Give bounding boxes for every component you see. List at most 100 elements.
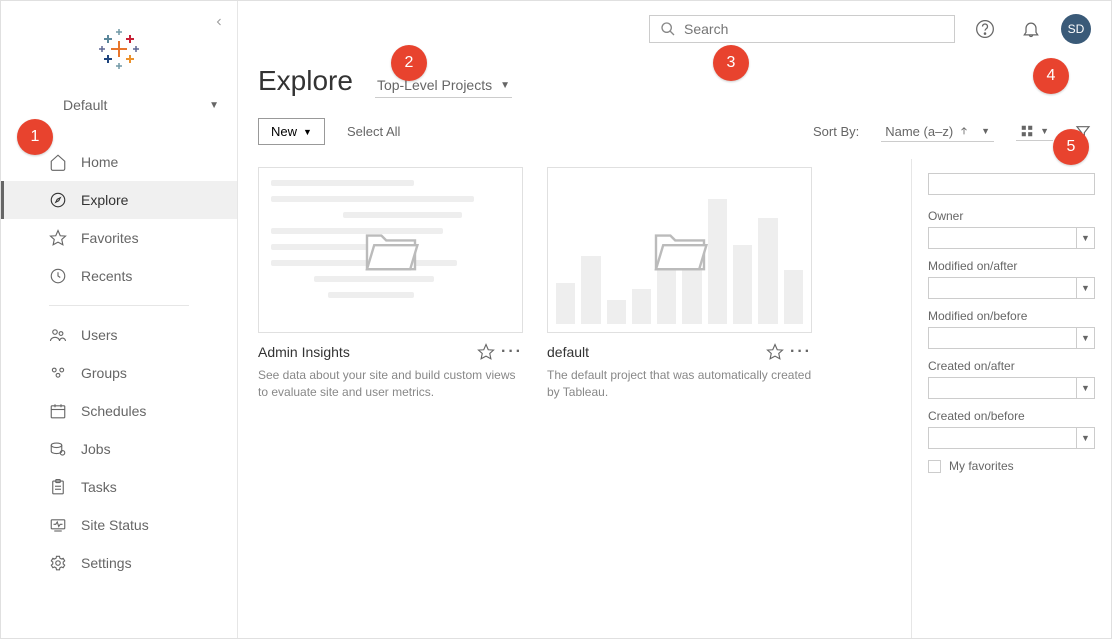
filter-created-before-select[interactable]: ▼ — [928, 427, 1095, 449]
sort-selector[interactable]: Name (a–z) ▼ — [881, 122, 994, 142]
star-icon — [49, 229, 67, 247]
filter-created-after-select[interactable]: ▼ — [928, 377, 1095, 399]
topbar: SD — [238, 1, 1111, 57]
folder-icon — [650, 226, 710, 274]
sort-by-label: Sort By: — [813, 124, 859, 139]
nav-label: Recents — [81, 268, 132, 284]
filter-modified-after-select[interactable]: ▼ — [928, 277, 1095, 299]
nav-tasks[interactable]: Tasks — [1, 468, 237, 506]
grid-icon — [1020, 124, 1034, 138]
filter-modified-before-select[interactable]: ▼ — [928, 327, 1095, 349]
clock-icon — [49, 267, 67, 285]
site-name: Default — [63, 97, 107, 113]
nav-label: Tasks — [81, 479, 117, 495]
nav-divider — [49, 305, 189, 306]
nav-settings[interactable]: Settings — [1, 544, 237, 582]
new-button-label: New — [271, 124, 297, 139]
nav-recents[interactable]: Recents — [1, 257, 237, 295]
notifications-button[interactable] — [1015, 13, 1047, 45]
search-box[interactable] — [649, 15, 955, 43]
nav-favorites[interactable]: Favorites — [1, 219, 237, 257]
users-icon — [49, 326, 67, 344]
nav-label: Jobs — [81, 441, 111, 457]
title-row: Explore Top-Level Projects ▼ — [238, 57, 1111, 110]
filter-my-favorites-label: My favorites — [949, 459, 1014, 473]
caret-down-icon: ▼ — [500, 80, 510, 91]
search-input[interactable] — [684, 21, 944, 37]
star-icon — [477, 343, 495, 361]
help-icon — [975, 19, 995, 39]
more-actions-button[interactable]: ··· — [790, 343, 812, 361]
groups-icon — [49, 364, 67, 382]
nav-label: Users — [81, 327, 118, 343]
callout-badge-1: 1 — [17, 119, 53, 155]
nav-label: Site Status — [81, 517, 149, 533]
user-avatar[interactable]: SD — [1061, 14, 1091, 44]
nav-explore[interactable]: Explore — [1, 181, 237, 219]
calendar-icon — [49, 402, 67, 420]
sort-value: Name (a–z) — [885, 124, 953, 139]
nav-site-status[interactable]: Site Status — [1, 506, 237, 544]
gear-icon — [49, 554, 67, 572]
select-all-link[interactable]: Select All — [347, 124, 400, 139]
nav-users[interactable]: Users — [1, 316, 237, 354]
view-toggle[interactable]: ▼ — [1016, 122, 1053, 141]
card-thumbnail — [258, 167, 523, 333]
toolbar: New ▼ Select All Sort By: Name (a–z) ▼ ▼ — [238, 110, 1111, 159]
nav-label: Favorites — [81, 230, 139, 246]
nav-schedules[interactable]: Schedules — [1, 392, 237, 430]
content-type-label: Top-Level Projects — [377, 77, 492, 93]
caret-down-icon: ▼ — [1040, 126, 1049, 136]
compass-icon — [49, 191, 67, 209]
nav-groups[interactable]: Groups — [1, 354, 237, 392]
page-title: Explore — [258, 65, 353, 97]
callout-badge-3: 3 — [713, 45, 749, 81]
more-actions-button[interactable]: ··· — [501, 343, 523, 361]
favorite-button[interactable] — [477, 343, 495, 361]
caret-down-icon: ▼ — [1076, 228, 1094, 248]
filter-my-favorites[interactable]: My favorites — [928, 459, 1095, 473]
caret-down-icon: ▼ — [1076, 328, 1094, 348]
site-selector[interactable]: Default ▼ — [1, 87, 237, 123]
star-icon — [766, 343, 784, 361]
nav-jobs[interactable]: Jobs — [1, 430, 237, 468]
filter-search[interactable] — [928, 173, 1095, 195]
card-title: Admin Insights — [258, 344, 350, 360]
caret-down-icon: ▼ — [303, 127, 312, 137]
favorite-button[interactable] — [766, 343, 784, 361]
tableau-logo-icon — [99, 29, 139, 69]
project-card[interactable]: Admin Insights ··· See data about your s… — [258, 167, 523, 401]
jobs-icon — [49, 440, 67, 458]
nav-label: Home — [81, 154, 118, 170]
filter-owner-select[interactable]: ▼ — [928, 227, 1095, 249]
new-button[interactable]: New ▼ — [258, 118, 325, 145]
nav-list-admin: Users Groups Schedules Jobs Tasks Site S… — [1, 316, 237, 582]
status-icon — [49, 516, 67, 534]
callout-badge-5: 5 — [1053, 129, 1089, 165]
sidebar: Default ▼ Home Explore Favorites Recents — [1, 1, 238, 638]
nav-label: Settings — [81, 555, 132, 571]
card-description: The default project that was automatical… — [547, 367, 812, 401]
filter-search-input[interactable] — [935, 177, 1090, 191]
content-type-selector[interactable]: Top-Level Projects ▼ — [375, 73, 512, 98]
caret-down-icon: ▼ — [1076, 378, 1094, 398]
help-button[interactable] — [969, 13, 1001, 45]
content-row: Admin Insights ··· See data about your s… — [238, 159, 1111, 638]
nav-label: Schedules — [81, 403, 146, 419]
caret-down-icon: ▼ — [1076, 428, 1094, 448]
nav-label: Explore — [81, 192, 128, 208]
project-card[interactable]: default ··· The default project that was… — [547, 167, 812, 401]
caret-down-icon: ▼ — [981, 126, 990, 136]
main: SD Explore Top-Level Projects ▼ New ▼ Se… — [238, 1, 1111, 638]
nav-label: Groups — [81, 365, 127, 381]
filter-modified-after-label: Modified on/after — [928, 259, 1095, 273]
collapse-sidebar-button[interactable] — [213, 16, 225, 28]
bell-icon — [1021, 19, 1041, 39]
filter-created-after-label: Created on/after — [928, 359, 1095, 373]
home-icon — [49, 153, 67, 171]
filter-created-before-label: Created on/before — [928, 409, 1095, 423]
sort-asc-icon — [959, 126, 969, 136]
search-icon — [660, 21, 676, 37]
cards-area: Admin Insights ··· See data about your s… — [238, 159, 911, 638]
folder-icon — [361, 226, 421, 274]
